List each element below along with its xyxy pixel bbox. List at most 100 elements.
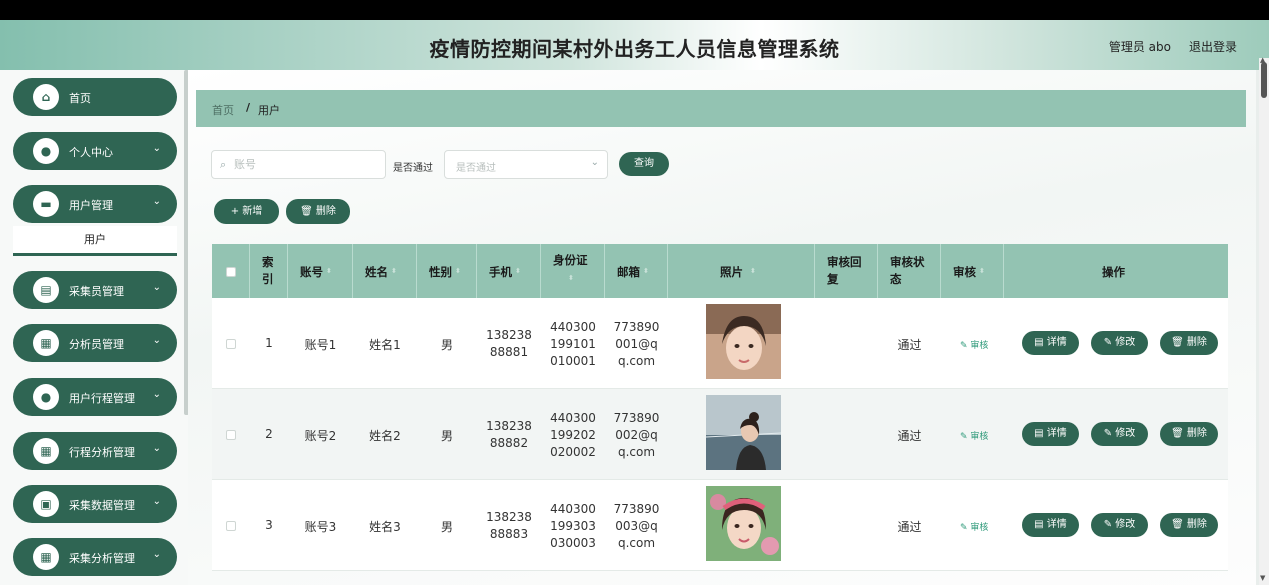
sidebar-item-label: 采集员管理: [69, 285, 124, 298]
row-checkbox[interactable]: [226, 430, 236, 440]
delete-button[interactable]: 🗑 删除: [1160, 331, 1218, 355]
header-phone[interactable]: 手机 ⬍: [477, 244, 541, 298]
sidebar-item-label: 行程分析管理: [69, 446, 135, 459]
page-scrollbar[interactable]: ▲ ▼: [1259, 56, 1269, 585]
cell-account: 账号2: [304, 429, 337, 443]
header-index[interactable]: 索引: [250, 244, 288, 298]
sort-icon: ⬍: [326, 267, 332, 275]
sidebar-item-collector-management[interactable]: ▤ 采集员管理 ⌄: [13, 271, 177, 309]
approve-filter-select[interactable]: 是否通过 ⌄: [444, 150, 608, 179]
header-id-card[interactable]: 身份证 ⬍: [541, 244, 605, 298]
cell-email: 773890 003@q q.com: [613, 502, 660, 550]
account-search-field[interactable]: ⌕: [211, 150, 386, 179]
chevron-down-icon: ⌄: [152, 389, 161, 400]
cell-account: 账号1: [304, 338, 337, 352]
audit-link[interactable]: ✎ 审核: [960, 429, 988, 442]
header-name[interactable]: 姓名 ⬍: [353, 244, 417, 298]
header-phone-label: 手机: [489, 265, 512, 279]
header-operations: 操作: [1004, 244, 1228, 298]
search-icon: ⌕: [220, 158, 227, 171]
header-audit-reply-label: 审核回复: [827, 255, 862, 286]
clipboard-icon: ▣: [33, 491, 59, 517]
admin-label: 管理员 abo: [1108, 40, 1171, 54]
breadcrumb-home[interactable]: 首页: [212, 102, 234, 118]
scroll-down-icon[interactable]: ▼: [1260, 574, 1265, 582]
detail-button[interactable]: ▤ 详情: [1022, 331, 1079, 355]
delete-button[interactable]: 🗑 删除: [1160, 422, 1218, 446]
header-audit-status-label: 审核状态: [890, 255, 925, 286]
chevron-down-icon: ⌄: [152, 196, 161, 207]
sidebar-item-user-management[interactable]: ▬ 用户管理 ⌄: [13, 185, 177, 223]
sidebar-subitem-user[interactable]: 用户: [13, 226, 177, 256]
chevron-down-icon: ⌄: [152, 282, 161, 293]
edit-button[interactable]: ✎ 修改: [1091, 422, 1148, 446]
header-audit-label: 审核: [953, 265, 976, 279]
sidebar: ⌂ 首页 ● 个人中心 ⌄ ▬ 用户管理 ⌄ 用户 ▤ 采集员管理 ⌄ ▦ 分析…: [0, 70, 188, 585]
sort-icon: ⬍: [568, 274, 574, 282]
user-photo: [706, 486, 781, 561]
person-icon: ●: [33, 384, 59, 410]
delete-button[interactable]: 🗑 删除: [1160, 513, 1218, 537]
cell-audit-reply: [815, 480, 878, 571]
sidebar-item-label: 个人中心: [69, 146, 113, 159]
chevron-down-icon: ⌄: [152, 143, 161, 154]
grid-icon: ▦: [33, 330, 59, 356]
cell-audit-reply: [815, 298, 878, 389]
detail-button[interactable]: ▤ 详情: [1022, 513, 1079, 537]
sidebar-item-profile[interactable]: ● 个人中心 ⌄: [13, 132, 177, 170]
account-search-input[interactable]: [234, 156, 379, 173]
add-button[interactable]: + 新增: [214, 199, 279, 224]
table-row: 2 账号2 姓名2 男 138238 88882 440300 199202 0…: [212, 389, 1228, 480]
cell-index: 3: [265, 518, 273, 532]
cell-account: 账号3: [304, 520, 337, 534]
header-audit-status[interactable]: 审核状态: [878, 244, 941, 298]
row-checkbox[interactable]: [226, 521, 236, 531]
sort-icon: ⬍: [391, 267, 397, 275]
chart-icon: ▤: [33, 277, 59, 303]
breadcrumb-separator: /: [246, 101, 251, 114]
header-audit[interactable]: 审核 ⬍: [941, 244, 1004, 298]
home-icon: ⌂: [33, 84, 59, 110]
cell-phone: 138238 88881: [486, 328, 532, 359]
header-audit-reply[interactable]: 审核回复: [815, 244, 878, 298]
detail-button[interactable]: ▤ 详情: [1022, 422, 1079, 446]
cell-audit-reply: [815, 389, 878, 480]
sidebar-item-label: 采集数据管理: [69, 499, 135, 512]
header-photo-label: 照片: [720, 265, 743, 279]
sidebar-item-collection-analysis-management[interactable]: ▦ 采集分析管理 ⌄: [13, 538, 177, 576]
sidebar-item-collected-data-management[interactable]: ▣ 采集数据管理 ⌄: [13, 485, 177, 523]
edit-button[interactable]: ✎ 修改: [1091, 331, 1148, 355]
header-gender[interactable]: 性别 ⬍: [417, 244, 477, 298]
header-photo[interactable]: 照片 ⬍: [668, 244, 815, 298]
approve-filter-placeholder: 是否通过: [456, 163, 496, 174]
header-account-label: 账号: [300, 265, 323, 279]
chevron-down-icon: ⌄: [152, 549, 161, 560]
header-email[interactable]: 邮箱 ⬍: [605, 244, 668, 298]
cell-audit-status: 通过: [897, 338, 922, 352]
edit-button[interactable]: ✎ 修改: [1091, 513, 1148, 537]
scrollbar-thumb[interactable]: [1261, 62, 1267, 98]
sort-icon: ⬍: [979, 267, 985, 275]
header-operations-label: 操作: [1102, 265, 1125, 279]
query-button[interactable]: 查询: [619, 152, 669, 176]
sidebar-item-analyst-management[interactable]: ▦ 分析员管理 ⌄: [13, 324, 177, 362]
cell-id-card: 440300 199202 020002: [550, 411, 596, 459]
audit-link[interactable]: ✎ 审核: [960, 520, 988, 533]
row-checkbox[interactable]: [226, 339, 236, 349]
chevron-down-icon: ⌄: [152, 335, 161, 346]
select-all-checkbox[interactable]: [226, 267, 236, 277]
cell-name: 姓名2: [369, 429, 401, 443]
sidebar-item-home[interactable]: ⌂ 首页: [13, 78, 177, 116]
user-photo: [706, 395, 781, 470]
grid-icon: ▦: [33, 544, 59, 570]
sidebar-item-trip-analysis-management[interactable]: ▦ 行程分析管理 ⌄: [13, 432, 177, 470]
sidebar-item-user-trip-management[interactable]: ● 用户行程管理 ⌄: [13, 378, 177, 416]
bulk-delete-button[interactable]: 🗑 删除: [286, 199, 350, 224]
header-gender-label: 性别: [429, 265, 452, 279]
cell-email: 773890 002@q q.com: [613, 411, 660, 459]
header-account[interactable]: 账号 ⬍: [288, 244, 353, 298]
chevron-down-icon: ⌄: [152, 496, 161, 507]
sort-icon: ⬍: [750, 267, 756, 275]
audit-link[interactable]: ✎ 审核: [960, 338, 988, 351]
logout-link[interactable]: 退出登录: [1189, 38, 1237, 55]
